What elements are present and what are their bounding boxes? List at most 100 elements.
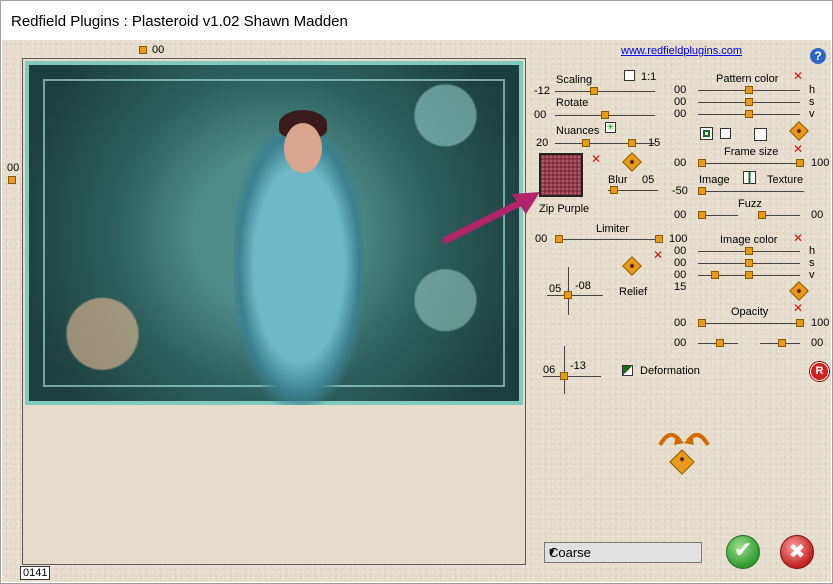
scaling-label: Scaling (556, 74, 593, 86)
randomize-arrows-icon[interactable] (656, 427, 712, 449)
image-texture-knob[interactable] (698, 187, 706, 195)
swatch-name: Zip Purple (539, 203, 590, 215)
relief-pad-horizontal[interactable] (547, 295, 603, 296)
limiter-slider-track[interactable] (555, 239, 663, 240)
deformation-checkbox[interactable] (622, 365, 633, 376)
chevron-down-icon: ▾ (549, 546, 555, 558)
pattern-mode-3-checkbox[interactable] (754, 128, 767, 141)
preview-v-offset-value: 00 (7, 162, 20, 174)
blur-label: Blur (608, 174, 628, 186)
relief-clear-icon[interactable]: ✕ (653, 249, 663, 261)
image-color-v-value: 00 (674, 269, 687, 281)
frame-size-track[interactable] (698, 163, 804, 164)
image-color-clear-icon[interactable]: ✕ (793, 232, 803, 244)
opacity-row2-knob-left[interactable] (716, 339, 724, 347)
opacity-label: Opacity (731, 306, 769, 318)
frame-size-value-left: 00 (674, 157, 687, 169)
relief-random-dice-icon[interactable] (622, 256, 642, 276)
frame-size-knob-left[interactable] (698, 159, 706, 167)
plugin-client-area: 00 00 www.redfieldplugins.com ? Scaling … (2, 40, 831, 582)
swatch-clear-icon[interactable]: ✕ (591, 153, 601, 165)
pattern-color-clear-icon[interactable]: ✕ (793, 70, 803, 82)
pattern-s-value: 00 (674, 96, 687, 108)
preview-v-offset-handle[interactable] (8, 176, 16, 184)
opacity-knob-left[interactable] (698, 319, 706, 327)
pattern-s-knob[interactable] (745, 98, 753, 106)
limiter-value-left: 00 (535, 233, 548, 245)
status-counter: 0141 (20, 566, 51, 580)
quality-select[interactable]: Coarse ▾ (544, 542, 702, 563)
opacity-clear-icon[interactable]: ✕ (793, 302, 803, 314)
preview-panel[interactable] (22, 58, 526, 565)
nuances-sparkle-icon[interactable]: ✳ (605, 122, 616, 133)
relief-label: Relief (619, 286, 648, 298)
frame-size-knob-right[interactable] (796, 159, 804, 167)
image-color-h-knob[interactable] (745, 247, 753, 255)
ok-button[interactable]: ✔ (726, 535, 760, 569)
pattern-v-knob[interactable] (745, 110, 753, 118)
image-color-h-value: 00 (674, 245, 687, 257)
one-to-one-checkbox[interactable] (624, 70, 635, 81)
limiter-value-right: 100 (669, 233, 688, 245)
opacity-track[interactable] (698, 323, 804, 324)
window-title: Redfield Plugins : Plasteroid v1.02 Shaw… (11, 13, 348, 30)
preview-h-offset-handle[interactable] (139, 46, 147, 54)
pattern-h-knob[interactable] (745, 86, 753, 94)
opacity-row2-right: 00 (811, 337, 824, 349)
deformation-pad-horizontal[interactable] (543, 376, 601, 377)
image-color-extra-value: 15 (674, 281, 687, 293)
image-color-s-label: s (809, 257, 815, 269)
deformation-pad-vertical[interactable] (564, 346, 565, 394)
image-texture-value: -50 (672, 185, 688, 197)
relief-pad-knob[interactable] (564, 291, 572, 299)
opacity-knob-right[interactable] (796, 319, 804, 327)
nuances-slider-knob-right[interactable] (628, 139, 636, 147)
reset-icon[interactable]: R (810, 362, 829, 381)
frame-size-value-right: 100 (811, 157, 830, 169)
pattern-v-label: v (809, 108, 815, 120)
nuances-slider-track[interactable] (555, 143, 655, 144)
image-color-v-knob-left[interactable] (711, 271, 719, 279)
blur-slider-knob[interactable] (610, 186, 618, 194)
image-texture-track[interactable] (698, 191, 804, 192)
opacity-value-right: 100 (811, 317, 830, 329)
cancel-button[interactable]: ✖ (780, 535, 814, 569)
color-swatch[interactable] (539, 153, 583, 197)
image-color-v-label: v (809, 269, 815, 281)
preview-figure (234, 135, 364, 405)
opacity-row2-left: 00 (674, 337, 687, 349)
image-color-s-knob[interactable] (745, 259, 753, 267)
deformation-pad-knob[interactable] (560, 372, 568, 380)
image-color-h-label: h (809, 245, 816, 257)
fuzz-knob-right[interactable] (758, 211, 766, 219)
limiter-slider-knob-left[interactable] (555, 235, 563, 243)
image-color-label: Image color (720, 234, 778, 246)
one-to-one-label: 1:1 (641, 71, 657, 83)
scaling-value: -12 (534, 85, 550, 97)
limiter-slider-knob-right[interactable] (655, 235, 663, 243)
rotate-slider-knob[interactable] (601, 111, 609, 119)
pattern-mode-2-checkbox[interactable] (720, 128, 731, 139)
scaling-slider-knob[interactable] (590, 87, 598, 95)
nuances-value-left: 20 (536, 137, 549, 149)
image-color-random-dice-icon[interactable] (789, 281, 809, 301)
help-icon[interactable]: ? (810, 48, 826, 64)
swatch-random-dice-icon[interactable] (622, 152, 642, 172)
fuzz-label: Fuzz (738, 198, 762, 210)
frame-size-clear-icon[interactable]: ✕ (793, 143, 803, 155)
nuances-slider-knob-left[interactable] (582, 139, 590, 147)
image-color-s-value: 00 (674, 257, 687, 269)
relief-y-value: -08 (575, 280, 591, 292)
preview-h-offset-value: 00 (152, 44, 165, 56)
preview-face (284, 123, 322, 173)
pattern-random-dice-icon[interactable] (789, 121, 809, 141)
image-texture-toggle[interactable] (743, 171, 756, 184)
pattern-mode-1-checkbox[interactable] (700, 127, 713, 140)
relief-x-value: 05 (549, 283, 562, 295)
opacity-row2-knob-right[interactable] (778, 339, 786, 347)
fuzz-knob-left[interactable] (698, 211, 706, 219)
image-color-v-knob-right[interactable] (745, 271, 753, 279)
website-link[interactable]: www.redfieldplugins.com (621, 45, 742, 57)
scaling-slider-track[interactable] (555, 91, 655, 92)
randomize-all-dice-icon[interactable] (669, 449, 695, 475)
